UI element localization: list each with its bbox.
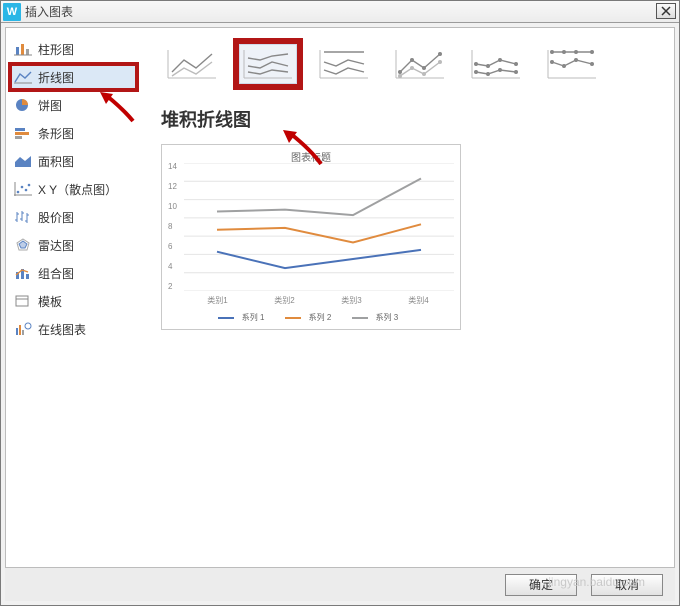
close-button[interactable] — [656, 3, 676, 19]
sidebar-item-label: 折线图 — [38, 69, 74, 86]
dialog-title: 插入图表 — [25, 3, 73, 20]
area-chart-icon — [14, 154, 32, 168]
bar-chart-icon — [14, 126, 32, 140]
chart-preview: 图表标题 14 12 10 8 6 4 2 — [161, 144, 461, 330]
subtype-line-pct[interactable] — [315, 44, 373, 84]
sidebar-item-online[interactable]: 在线图表 — [10, 316, 137, 342]
line-chart-icon — [14, 70, 32, 84]
sidebar-item-combo[interactable]: 组合图 — [10, 260, 137, 286]
sidebar-item-scatter[interactable]: X Y（散点图） — [10, 176, 137, 202]
sidebar-item-line[interactable]: 折线图 — [10, 64, 137, 90]
stacked-line-icon — [242, 48, 294, 80]
sidebar-item-column[interactable]: 柱形图 — [10, 36, 137, 62]
column-chart-icon — [14, 42, 32, 56]
online-chart-icon — [14, 322, 32, 336]
sidebar-item-label: 面积图 — [38, 153, 74, 170]
close-icon — [661, 6, 671, 16]
preview-title: 图表标题 — [162, 145, 460, 164]
subtype-strip — [159, 38, 658, 102]
dialog-body: 柱形图 折线图 饼图 条形图 — [5, 27, 675, 601]
sidebar-item-template[interactable]: 模板 — [10, 288, 137, 314]
sidebar-item-label: 股价图 — [38, 209, 74, 226]
subtype-line-stacked[interactable] — [239, 44, 297, 84]
line-markers-icon — [394, 48, 446, 80]
sidebar-item-label: 在线图表 — [38, 321, 86, 338]
pct-stacked-line-icon — [318, 48, 370, 80]
subtype-line-markers[interactable] — [391, 44, 449, 84]
main-panel: 堆积折线图 图表标题 14 12 10 8 6 4 2 — [141, 28, 674, 600]
sidebar-item-label: 饼图 — [38, 97, 62, 114]
sidebar-item-area[interactable]: 面积图 — [10, 148, 137, 174]
chart-type-sidebar: 柱形图 折线图 饼图 条形图 — [6, 28, 141, 600]
dialog-footer: jingyan.baidu.com 确定 取消 — [5, 567, 675, 601]
sidebar-item-label: 雷达图 — [38, 237, 74, 254]
scatter-chart-icon — [14, 182, 32, 196]
subtype-line-stacked-markers[interactable] — [467, 44, 525, 84]
pct-stacked-line-markers-icon — [546, 48, 598, 80]
preview-yticks: 14 12 10 8 6 4 2 — [168, 163, 177, 303]
sidebar-item-radar[interactable]: 雷达图 — [10, 232, 137, 258]
preview-plot — [184, 163, 454, 291]
sidebar-item-bar[interactable]: 条形图 — [10, 120, 137, 146]
pie-chart-icon — [14, 98, 32, 112]
subtype-line-basic[interactable] — [163, 44, 221, 84]
subtype-title: 堆积折线图 — [161, 106, 658, 132]
sidebar-item-label: 柱形图 — [38, 41, 74, 58]
sidebar-item-pie[interactable]: 饼图 — [10, 92, 137, 118]
watermark: jingyan.baidu.com — [548, 575, 645, 589]
stacked-line-markers-icon — [470, 48, 522, 80]
stock-chart-icon — [14, 210, 32, 224]
preview-xcats: 类别1 类别2 类别3 类别4 — [184, 295, 452, 306]
sidebar-item-stock[interactable]: 股价图 — [10, 204, 137, 230]
combo-chart-icon — [14, 266, 32, 280]
sidebar-item-label: 条形图 — [38, 125, 74, 142]
line-basic-icon — [166, 48, 218, 80]
subtype-line-pct-markers[interactable] — [543, 44, 601, 84]
sidebar-item-label: X Y（散点图） — [38, 181, 117, 198]
titlebar: W 插入图表 — [1, 1, 679, 23]
sidebar-item-label: 组合图 — [38, 265, 74, 282]
radar-chart-icon — [14, 238, 32, 252]
app-icon: W — [3, 3, 21, 21]
sidebar-item-label: 模板 — [38, 293, 62, 310]
preview-legend: 系列 1 系列 2 系列 3 — [162, 312, 460, 323]
template-icon — [14, 294, 32, 308]
insert-chart-dialog: W 插入图表 柱形图 折线图 — [0, 0, 680, 606]
